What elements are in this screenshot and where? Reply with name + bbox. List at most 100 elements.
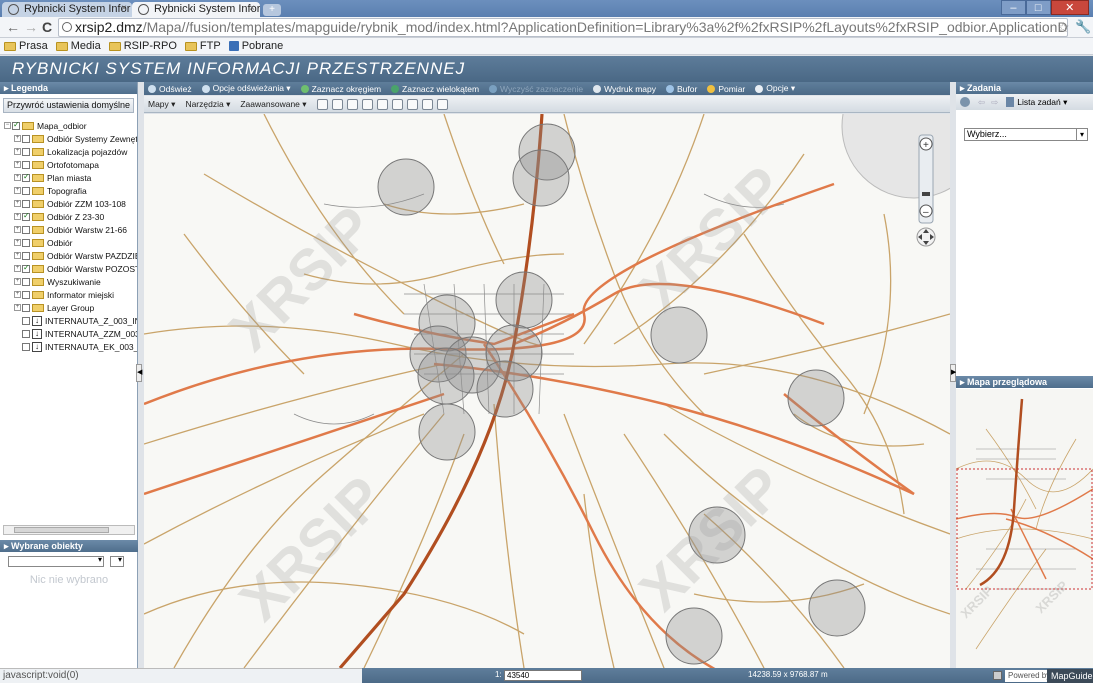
- layer-item[interactable]: − Mapa_odbior: [4, 119, 87, 132]
- layer-checkbox[interactable]: [22, 225, 30, 234]
- toolbar-button[interactable]: Zaznacz okręgiem: [300, 84, 381, 94]
- close-tab-icon[interactable]: ×: [121, 3, 127, 14]
- home-task-icon[interactable]: [960, 97, 970, 107]
- layer-item[interactable]: ↓ INTERNAUTA_ZZM_003_I: [22, 327, 137, 340]
- reload-icon[interactable]: C: [42, 19, 52, 35]
- settings-icon[interactable]: [993, 671, 1002, 680]
- bookmark-ftp[interactable]: FTP: [184, 40, 221, 52]
- expand-icon[interactable]: +: [14, 148, 21, 155]
- layer-item[interactable]: ↓ INTERNAUTA_Z_003_INT: [22, 314, 137, 327]
- expand-icon[interactable]: +: [14, 200, 21, 207]
- layer-checkbox[interactable]: [22, 303, 30, 312]
- layer-checkbox[interactable]: [22, 342, 30, 351]
- zoom-extent-icon[interactable]: [391, 98, 403, 110]
- layer-checkbox[interactable]: [22, 186, 30, 195]
- legend-header[interactable]: ▸ Legenda: [0, 82, 137, 94]
- browser-tab-2[interactable]: Rybnicki System Infor ×: [132, 2, 260, 17]
- menu-zaawansowane[interactable]: Zaawansowane ▾: [240, 99, 306, 110]
- toolbar-button[interactable]: Wydruk mapy: [593, 84, 656, 94]
- overview-header[interactable]: ▸ Mapa przeglądowa: [956, 376, 1093, 388]
- layer-checkbox[interactable]: [22, 290, 30, 299]
- expand-icon[interactable]: −: [4, 122, 11, 129]
- layer-item[interactable]: + Odbiór: [14, 236, 73, 249]
- layer-item[interactable]: + Odbiór Warstw POZOSTA: [14, 262, 137, 275]
- layer-item[interactable]: + Odbiór ZZM 103-108: [14, 197, 126, 210]
- forward-task-icon[interactable]: ⇨: [991, 97, 998, 108]
- toolbar-button[interactable]: Zaznacz wielokątem: [391, 84, 479, 94]
- layer-checkbox[interactable]: [22, 172, 30, 182]
- layer-item[interactable]: + Odbiór Warstw PAZDZIEF: [14, 249, 137, 262]
- layer-checkbox[interactable]: [22, 160, 30, 169]
- browser-tab-1[interactable]: Rybnicki System Infor ×: [2, 2, 132, 17]
- expand-icon[interactable]: +: [14, 278, 21, 285]
- zoom-out-icon[interactable]: [376, 98, 388, 110]
- forward-arrow-icon[interactable]: →: [24, 19, 38, 35]
- layer-checkbox[interactable]: [22, 316, 30, 325]
- overview-map[interactable]: XRSIP XRSIP: [956, 389, 1093, 668]
- selection-object-select[interactable]: [110, 555, 124, 567]
- map-canvas[interactable]: XRSIP XRSIP XRSIP XRSIP: [144, 114, 950, 668]
- zoom-rect-icon[interactable]: [346, 98, 358, 110]
- expand-icon[interactable]: +: [14, 239, 21, 246]
- pan-control[interactable]: [914, 226, 938, 248]
- scale-input[interactable]: 43540: [504, 670, 582, 681]
- task-select[interactable]: Wybierz... ▾: [964, 128, 1088, 141]
- bookmark-star-icon[interactable]: ☆: [1057, 19, 1070, 36]
- selected-objects-header[interactable]: ▸ Wybrane obiekty: [0, 540, 138, 552]
- expand-icon[interactable]: +: [14, 304, 21, 311]
- layer-item[interactable]: + Plan miasta: [14, 171, 91, 184]
- collapse-left-panel-button[interactable]: ◀: [136, 364, 142, 382]
- previous-view-icon[interactable]: [421, 98, 433, 110]
- back-arrow-icon[interactable]: ←: [6, 19, 20, 35]
- layer-checkbox[interactable]: [12, 120, 20, 130]
- minimize-button[interactable]: –: [1001, 0, 1026, 15]
- layer-checkbox[interactable]: [22, 199, 30, 208]
- scrollbar-thumb[interactable]: [14, 527, 109, 533]
- bookmark-prasa[interactable]: Prasa: [4, 40, 48, 52]
- layer-checkbox[interactable]: [22, 329, 30, 338]
- back-task-icon[interactable]: ⇦: [978, 97, 985, 108]
- layer-checkbox[interactable]: [22, 134, 30, 143]
- menu-narzedzia[interactable]: Narzędzia ▾: [185, 99, 230, 110]
- toolbar-button[interactable]: Odśwież: [148, 84, 192, 94]
- layer-checkbox[interactable]: [22, 147, 30, 156]
- toolbar-button[interactable]: Wyczyść zaznaczenie: [489, 84, 583, 94]
- address-bar[interactable]: xrsip2.dmz/Mapa//fusion/templates/mapgui…: [58, 18, 1068, 37]
- zoom-in-icon[interactable]: [361, 98, 373, 110]
- horizontal-scrollbar[interactable]: [3, 525, 135, 535]
- expand-icon[interactable]: +: [14, 226, 21, 233]
- layer-item[interactable]: + Wyszukiwanie: [14, 275, 101, 288]
- close-window-button[interactable]: ✕: [1050, 0, 1089, 15]
- close-tab-icon[interactable]: ×: [249, 3, 255, 14]
- layer-item[interactable]: + Layer Group: [14, 301, 94, 314]
- expand-icon[interactable]: +: [14, 252, 21, 259]
- expand-icon[interactable]: +: [14, 135, 21, 142]
- layer-item[interactable]: + Informator miejski: [14, 288, 114, 301]
- maximize-button[interactable]: □: [1025, 0, 1051, 15]
- expand-icon[interactable]: +: [14, 265, 21, 272]
- layer-item[interactable]: ↓ INTERNAUTA_EK_003_IN: [22, 340, 137, 353]
- layer-checkbox[interactable]: [22, 238, 30, 247]
- expand-icon[interactable]: +: [14, 174, 21, 181]
- layer-checkbox[interactable]: [22, 211, 30, 221]
- layer-item[interactable]: + Topografia: [14, 184, 87, 197]
- zoom-selection-icon[interactable]: [406, 98, 418, 110]
- restore-defaults-button[interactable]: Przywróć ustawienia domyślne: [3, 98, 134, 113]
- select-arrow-icon[interactable]: [316, 98, 328, 110]
- bookmark-pobrane[interactable]: Pobrane: [228, 40, 283, 52]
- layer-item[interactable]: + Odbiór Z 23-30: [14, 210, 104, 223]
- tasks-header[interactable]: ▸ Zadania: [956, 82, 1093, 94]
- layer-checkbox[interactable]: [22, 251, 30, 260]
- layer-item[interactable]: + Lokalizacja pojazdów: [14, 145, 127, 158]
- bookmark-media[interactable]: Media: [55, 40, 101, 52]
- next-view-icon[interactable]: [436, 98, 448, 110]
- pan-hand-icon[interactable]: [331, 98, 343, 110]
- expand-icon[interactable]: +: [14, 161, 21, 168]
- new-tab-button[interactable]: +: [263, 4, 281, 16]
- toolbar-button[interactable]: Pomiar: [707, 84, 745, 94]
- toolbar-button[interactable]: Bufor: [666, 84, 697, 94]
- zoom-slider[interactable]: + –: [918, 125, 936, 230]
- site-info-icon[interactable]: [62, 22, 72, 32]
- expand-icon[interactable]: +: [14, 291, 21, 298]
- layer-checkbox[interactable]: [22, 263, 30, 273]
